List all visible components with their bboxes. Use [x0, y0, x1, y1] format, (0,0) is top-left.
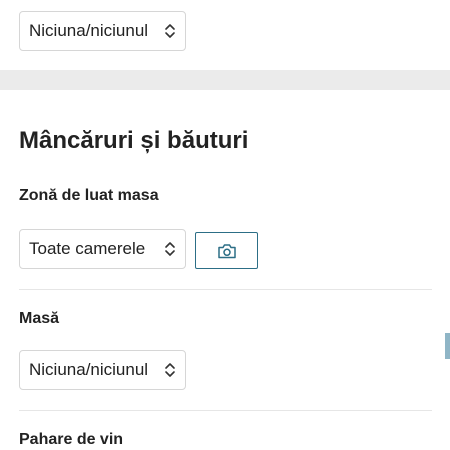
add-photo-button[interactable]: [195, 232, 258, 269]
divider: [19, 410, 432, 411]
section-title: Mâncăruri și băuturi: [19, 127, 249, 154]
chevron-up-down-icon: [165, 242, 175, 256]
wine-glasses-label: Pahare de vin: [19, 431, 124, 448]
page: Niciuna/niciunul Mâncăruri și băuturi Zo…: [0, 0, 450, 450]
dining-area-select[interactable]: Toate camerele: [19, 229, 186, 269]
chevron-up-down-icon: [165, 363, 175, 377]
divider: [19, 289, 432, 290]
section-separator: [0, 70, 450, 90]
top-select-value: Niciuna/niciunul: [29, 21, 149, 40]
top-select[interactable]: Niciuna/niciunul: [19, 11, 186, 51]
table-select[interactable]: Niciuna/niciunul: [19, 350, 186, 390]
scrollbar-thumb[interactable]: [445, 333, 450, 359]
camera-icon: [217, 243, 236, 258]
dining-area-select-value: Toate camerele: [29, 239, 146, 258]
table-label: Masă: [19, 310, 60, 327]
table-select-value: Niciuna/niciunul: [29, 360, 149, 379]
chevron-up-down-icon: [165, 24, 175, 38]
dining-area-label: Zonă de luat masa: [19, 187, 159, 204]
